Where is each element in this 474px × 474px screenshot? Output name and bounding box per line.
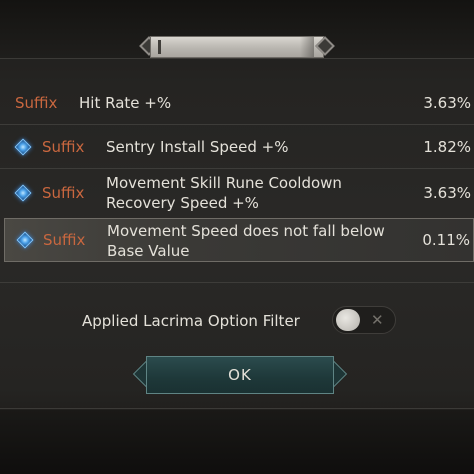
blue-gem-icon [16,231,34,249]
option-type-label: Suffix [42,138,85,156]
option-text: Hit Rate +% [79,94,172,112]
title-bar [150,36,324,58]
option-row-3[interactable]: Suffix Movement Skill Rune Cooldown Reco… [0,170,474,216]
option-text-line-1: Movement Speed does not fall below [107,222,385,240]
toggle-knob-icon [336,309,360,331]
lacrima-filter-label: Applied Lacrima Option Filter [82,312,300,330]
option-value: 1.82% [423,138,471,156]
option-text-line-2: Base Value [107,242,190,260]
row-divider [0,168,474,169]
dialog-bottom-band [0,410,474,474]
option-value: 3.63% [423,94,471,112]
lacrima-option-dialog: Suffix Hit Rate +% 3.63% Suffix Sentry I… [0,0,474,474]
list-bottom-divider [0,282,474,283]
title-bar-notch [158,40,161,54]
close-icon: ✕ [371,311,384,329]
option-type-label: Suffix [43,231,86,249]
blue-gem-icon [14,138,32,156]
option-row-2[interactable]: Suffix Sentry Install Speed +% 1.82% [0,128,474,166]
option-text: Sentry Install Speed +% [106,138,289,156]
option-value: 3.63% [423,184,471,202]
option-text-line-2: Recovery Speed +% [106,194,259,212]
option-row-4-selected[interactable]: Suffix Movement Speed does not fall belo… [4,218,474,262]
title-bar-fade [300,37,314,57]
option-type-label: Suffix [42,184,85,202]
bottom-frame-line [0,408,474,409]
row-divider [0,124,474,125]
option-type-label: Suffix [15,94,58,112]
option-text-line-1: Movement Skill Rune Cooldown [106,174,342,192]
blue-gem-icon [14,184,32,202]
title-plaque [139,34,335,60]
option-value: 0.11% [422,231,470,249]
ok-button[interactable]: OK [132,354,348,396]
ok-button-label: OK [228,366,252,384]
lacrima-filter-toggle[interactable]: ✕ [332,306,396,334]
option-row-1[interactable]: Suffix Hit Rate +% 3.63% [0,88,474,120]
